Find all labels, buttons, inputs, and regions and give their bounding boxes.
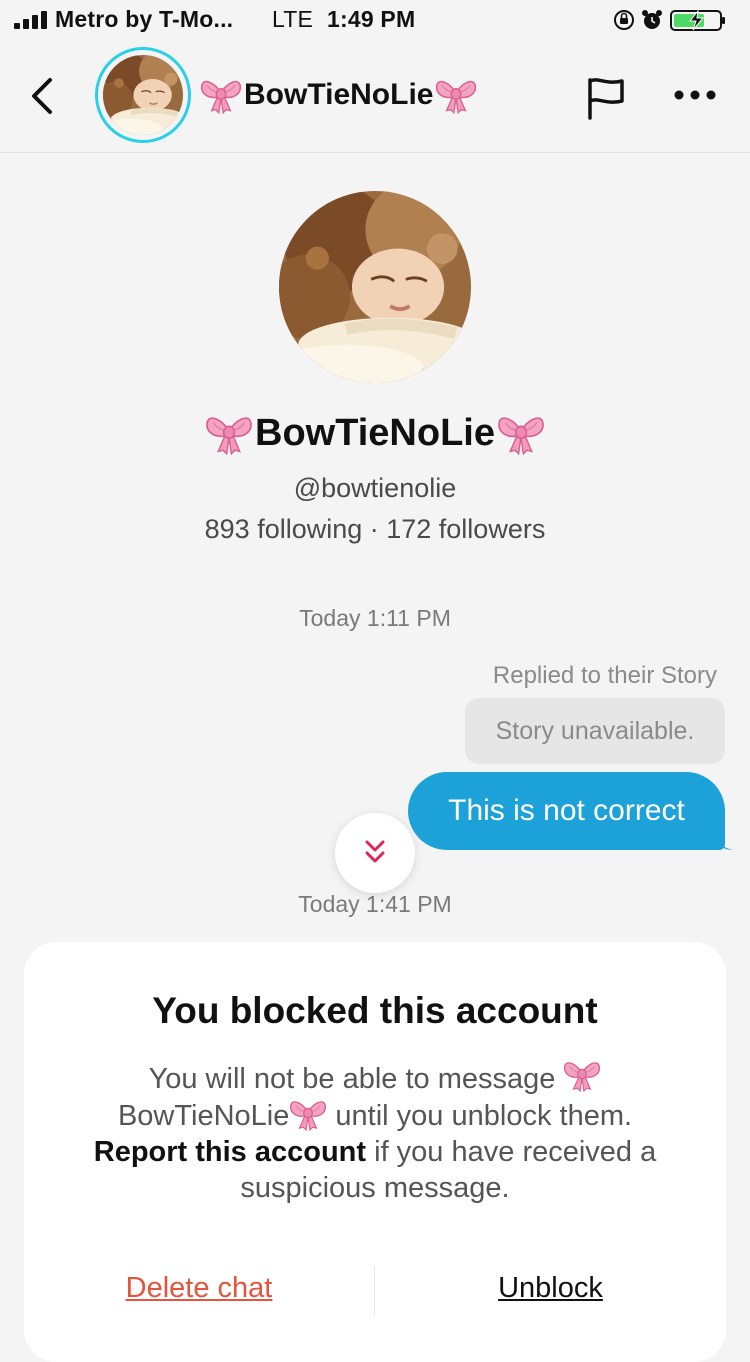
network-label: LTE [272, 6, 314, 32]
profile-avatar[interactable] [279, 191, 471, 383]
header-name-text: BowTieNoLie [244, 78, 434, 111]
profile-name-text: BowTieNoLie [255, 412, 495, 454]
more-options-icon[interactable] [670, 80, 720, 110]
unblock-button[interactable]: Unblock [375, 1272, 726, 1305]
orientation-lock-icon [614, 10, 634, 30]
story-unavailable-text: Story unavailable. [495, 716, 695, 745]
sent-message-bubble[interactable]: This is not correct [408, 772, 725, 850]
bubble-tail [716, 832, 734, 850]
delete-chat-button[interactable]: Delete chat [24, 1272, 374, 1305]
pink-bow-icon [289, 1097, 327, 1131]
pink-bow-icon [200, 76, 242, 114]
signal-icon [14, 11, 48, 29]
pink-bow-icon [205, 412, 253, 455]
chat-timestamp: Today 1:11 PM [299, 605, 451, 631]
blocked-title: You blocked this account [152, 990, 598, 1031]
report-account-link[interactable]: Report this account [94, 1136, 366, 1168]
double-chevron-down-icon [365, 840, 385, 863]
blocked-body-part-2: until you unblock them. [335, 1100, 633, 1132]
header-avatar[interactable] [95, 47, 191, 143]
message-text: This is not correct [448, 794, 685, 827]
profile-display-name: BowTieNoLie [0, 412, 750, 455]
scroll-to-bottom-button[interactable] [335, 813, 415, 893]
header-display-name[interactable]: BowTieNoLie [200, 76, 477, 114]
avatar-image [103, 55, 183, 135]
story-unavailable-bubble: Story unavailable. [465, 698, 725, 764]
blocked-account-card: You blocked this account You will not be… [24, 942, 726, 1362]
blocked-body-name: BowTieNoLie [117, 1100, 290, 1132]
report-flag-icon[interactable] [582, 74, 630, 122]
battery-charging-icon [670, 9, 725, 31]
blocked-body-part-1: You will not be able to message [148, 1063, 556, 1095]
pink-bow-icon [497, 412, 545, 455]
back-arrow-icon[interactable] [22, 74, 66, 118]
clock: 1:49 PM [327, 6, 416, 32]
alarm-icon [642, 10, 662, 29]
profile-handle: @bowtienolie [293, 473, 457, 503]
pink-bow-icon [563, 1058, 601, 1092]
status-icons [614, 9, 725, 31]
pink-bow-icon [435, 76, 477, 114]
chat-timestamp: Today 1:41 PM [298, 891, 452, 917]
profile-stats: 893 following · 172 followers [204, 514, 546, 544]
carrier-label: Metro by T-Mo... [55, 6, 234, 32]
profile-avatar-image [279, 191, 471, 383]
story-reply-label: Replied to their Story [492, 662, 717, 689]
status-bar: Metro by T-Mo... LTE 1:49 PM [0, 0, 750, 40]
chat-header: BowTieNoLie [0, 40, 750, 153]
blocked-description: You will not be able to message BowTieNo… [64, 1058, 686, 1206]
